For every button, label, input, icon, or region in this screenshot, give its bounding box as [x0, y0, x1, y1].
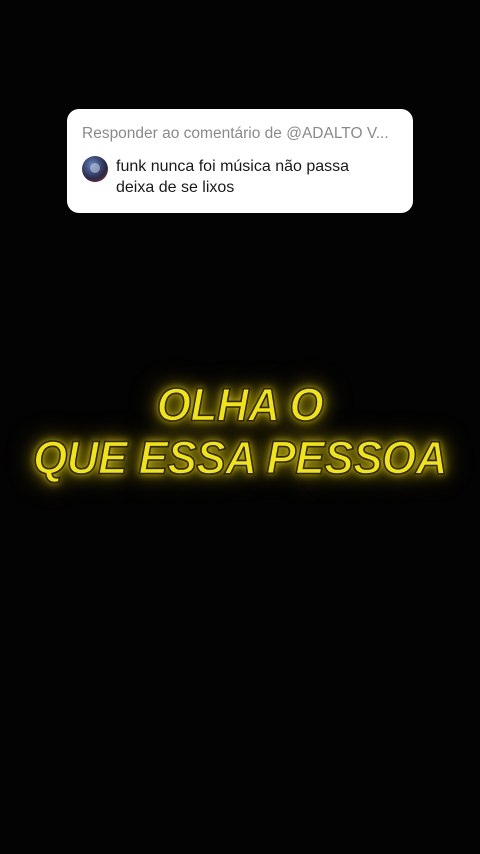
video-caption: OLHA O QUE ESSA PESSOA — [0, 378, 480, 485]
caption-line-2: QUE ESSA PESSOA — [32, 431, 448, 485]
avatar[interactable] — [82, 156, 108, 182]
reply-header: Responder ao comentário de @ADALTO V... — [82, 125, 389, 142]
caption-line-1: OLHA O — [156, 378, 324, 432]
reply-comment-card[interactable]: Responder ao comentário de @ADALTO V... … — [67, 109, 413, 213]
comment-row: funk nunca foi música não passa deixa de… — [82, 156, 399, 198]
comment-text: funk nunca foi música não passa deixa de… — [116, 158, 350, 196]
